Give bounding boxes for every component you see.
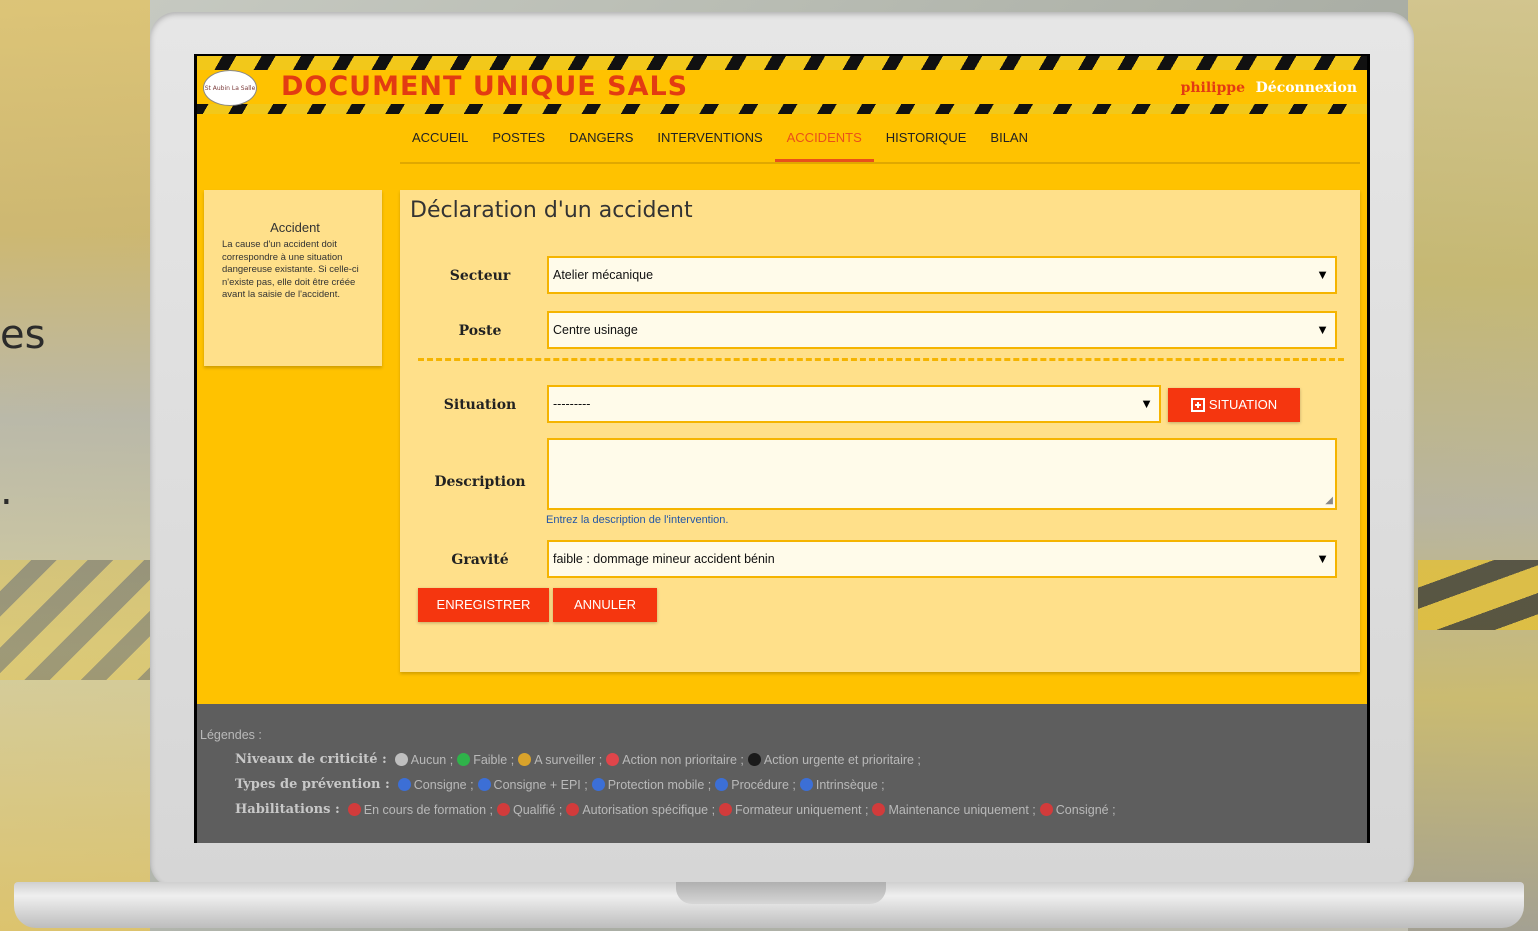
background-stripes-right — [1418, 560, 1538, 630]
nav-item-accueil[interactable]: ACCUEIL — [400, 114, 480, 162]
authorization-icon — [566, 803, 580, 816]
smiley-happy-icon — [457, 753, 471, 766]
background-left — [0, 0, 150, 931]
situation-select[interactable]: --------- ▼ — [547, 385, 1161, 423]
legend-title: Légendes : — [200, 728, 262, 742]
document-icon — [715, 778, 729, 791]
legend-item: Autorisation spécifique ; — [582, 802, 716, 817]
training-icon — [347, 803, 361, 816]
legend-item: En cours de formation ; — [363, 802, 493, 817]
help-text: La cause d'un accident doit correspondre… — [222, 239, 359, 300]
legend-item: Protection mobile ; — [607, 777, 712, 792]
accident-form-panel: Déclaration d'un accident Secteur Atelie… — [400, 190, 1360, 672]
nav-item-bilan[interactable]: BILAN — [978, 114, 1040, 162]
chevron-down-icon: ▼ — [1316, 551, 1329, 566]
maintenance-icon — [872, 803, 886, 816]
legend-item: Maintenance uniquement ; — [888, 802, 1036, 817]
legend-item: Consigné ; — [1055, 802, 1116, 817]
description-label: Description — [434, 474, 526, 490]
legend-section: Légendes : Niveaux de criticité : Aucun … — [197, 704, 1367, 843]
add-situation-label: SITUATION — [1208, 397, 1278, 412]
save-button[interactable]: ENREGISTRER — [418, 588, 549, 622]
chevron-down-icon: ▼ — [1316, 322, 1329, 337]
legend-item: Consigne ; — [413, 777, 474, 792]
description-hint: Entrez la description de l'intervention. — [546, 514, 729, 526]
legend-item: A surveiller ; — [534, 752, 603, 767]
circle-icon — [394, 753, 408, 766]
lock-icon — [1039, 803, 1053, 816]
legend-item: Procédure ; — [731, 777, 796, 792]
consigne-icon — [397, 778, 411, 791]
secteur-select[interactable]: Atelier mécanique ▼ — [547, 256, 1337, 294]
chevron-down-icon: ▼ — [1316, 267, 1329, 282]
criticite-label: Niveaux de criticité : — [235, 752, 387, 767]
legend-prevention: Types de prévention : Consigne ; Consign… — [235, 777, 885, 792]
nav-item-interventions[interactable]: INTERVENTIONS — [645, 114, 774, 162]
main-nav: ACCUEIL POSTES DANGERS INTERVENTIONS ACC… — [400, 114, 1360, 164]
boot-icon — [477, 778, 491, 791]
prevention-label: Types de prévention : — [235, 777, 390, 792]
poste-value: Centre usinage — [553, 323, 638, 337]
background-text-2: . — [0, 468, 13, 514]
legend-item: Action urgente et prioritaire ; — [763, 752, 921, 767]
plus-cross-icon — [799, 778, 813, 791]
situation-label: Situation — [443, 397, 517, 413]
legend-item: Aucun ; — [410, 752, 454, 767]
background-stripes-left — [0, 560, 150, 680]
cancel-button[interactable]: ANNULER — [553, 588, 657, 622]
logo[interactable]: St Aubin La Salle — [203, 70, 257, 106]
add-situation-button[interactable]: SITUATION — [1168, 388, 1300, 422]
legend-item: Faible ; — [473, 752, 515, 767]
nav-item-accidents[interactable]: ACCIDENTS — [774, 114, 874, 162]
legend-item: Action non prioritaire ; — [622, 752, 744, 767]
help-title: Accident — [270, 220, 320, 235]
section-divider — [418, 358, 1344, 361]
laptop-screen: St Aubin La Salle DOCUMENT UNIQUE SALS p… — [194, 54, 1370, 843]
help-box: Accident La cause d'un accident doit cor… — [204, 190, 382, 366]
form-title: Déclaration d'un accident — [410, 198, 693, 223]
poste-label: Poste — [458, 323, 502, 339]
legend-item: Intrinsèque ; — [815, 777, 885, 792]
app-window: St Aubin La Salle DOCUMENT UNIQUE SALS p… — [197, 56, 1367, 843]
protection-icon — [591, 778, 605, 791]
smiley-sad-icon — [606, 753, 620, 766]
resize-grip-icon[interactable]: ◢ — [1325, 495, 1333, 506]
legend-habilitations: Habilitations : En cours de formation ; … — [235, 802, 1116, 817]
legend-item: Consigne + EPI ; — [493, 777, 588, 792]
situation-value: --------- — [553, 397, 591, 411]
secteur-value: Atelier mécanique — [553, 268, 654, 282]
background-text-1: es — [0, 312, 46, 358]
smiley-angry-icon — [747, 753, 761, 766]
secteur-label: Secteur — [449, 268, 511, 284]
app-title: DOCUMENT UNIQUE SALS — [281, 71, 689, 102]
user-name[interactable]: philippe — [1181, 80, 1245, 96]
description-textarea[interactable]: ◢ — [547, 438, 1337, 510]
legend-item: Qualifié ; — [512, 802, 563, 817]
chevron-down-icon: ▼ — [1140, 396, 1153, 411]
legend-criticite: Niveaux de criticité : Aucun ; Faible ; … — [235, 752, 921, 767]
qualified-icon — [496, 803, 510, 816]
smiley-neutral-icon — [518, 753, 532, 766]
nav-item-dangers[interactable]: DANGERS — [557, 114, 645, 162]
gravite-value: faible : dommage mineur accident bénin — [553, 552, 775, 566]
add-icon — [1190, 398, 1205, 412]
nav-item-postes[interactable]: POSTES — [480, 114, 557, 162]
gravite-select[interactable]: faible : dommage mineur accident bénin ▼ — [547, 540, 1337, 578]
legend-item: Formateur uniquement ; — [735, 802, 869, 817]
habilitations-label: Habilitations : — [235, 802, 340, 817]
background-right — [1408, 0, 1538, 931]
logout-link[interactable]: Déconnexion — [1256, 80, 1357, 96]
logo-text: St Aubin La Salle — [204, 84, 256, 92]
trainer-icon — [719, 803, 733, 816]
poste-select[interactable]: Centre usinage ▼ — [547, 311, 1337, 349]
laptop-notch — [676, 882, 886, 904]
gravite-label: Gravité — [451, 552, 509, 568]
nav-item-historique[interactable]: HISTORIQUE — [874, 114, 979, 162]
